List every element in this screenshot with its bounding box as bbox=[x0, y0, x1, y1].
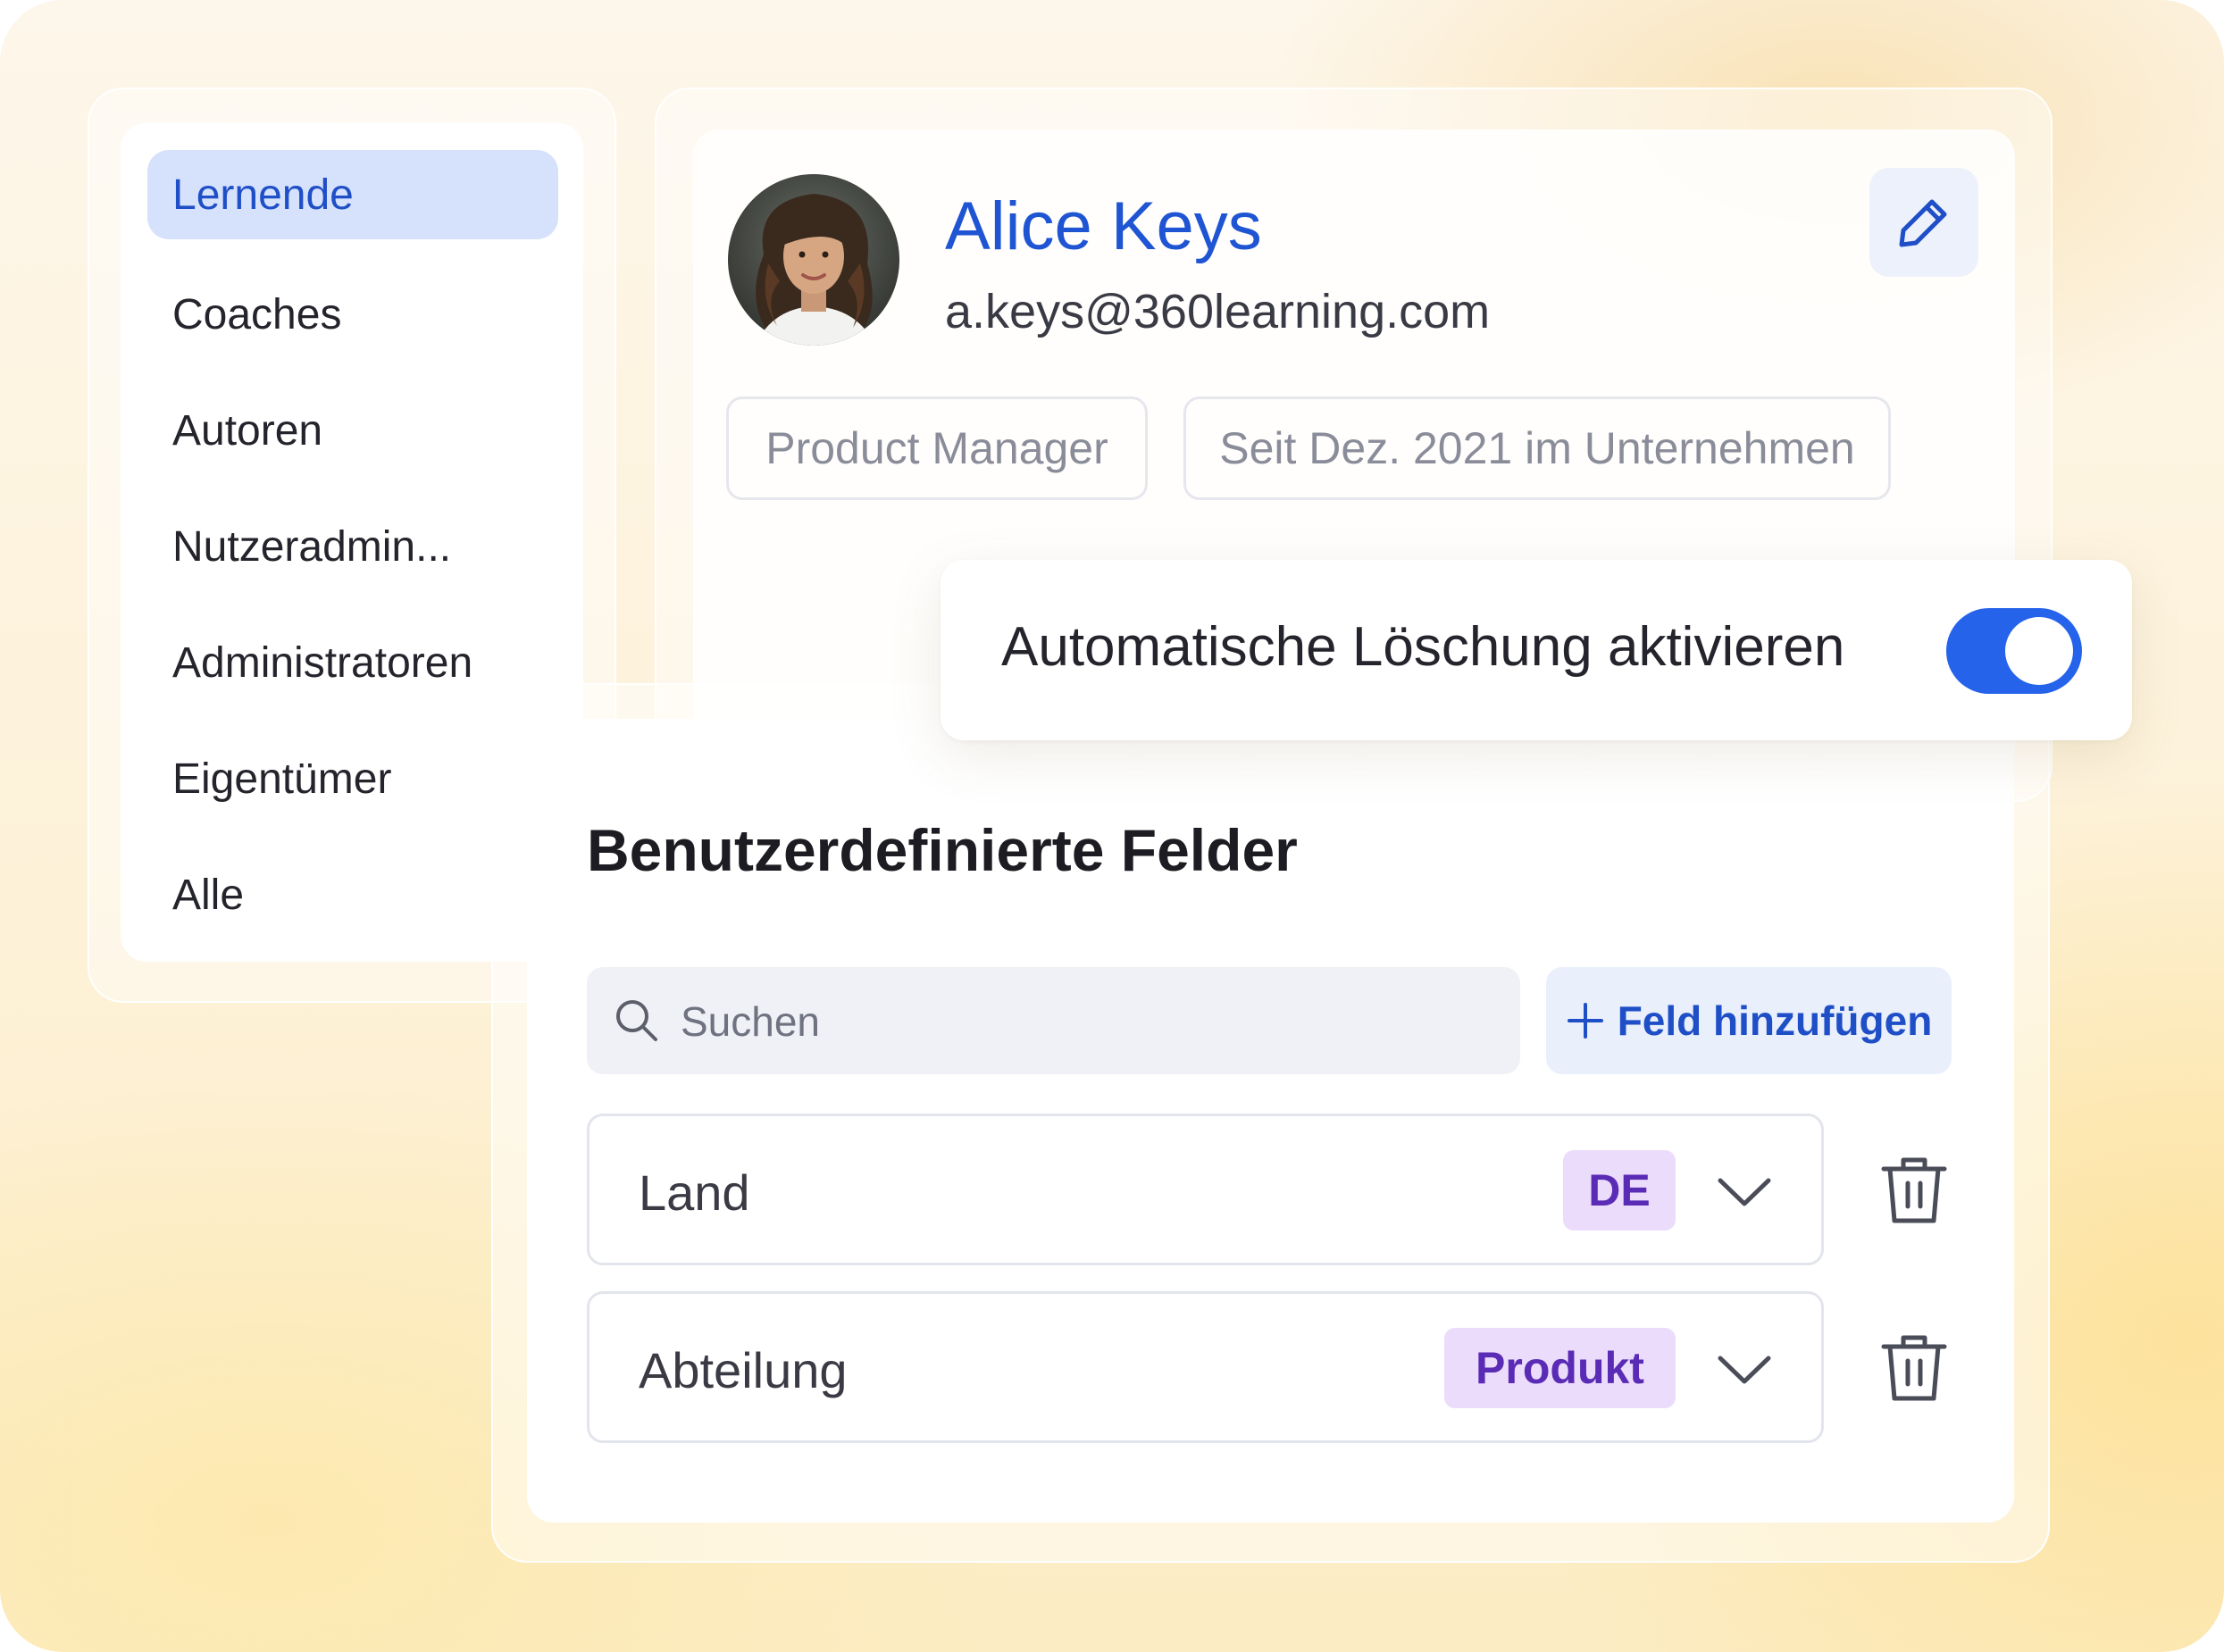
toggle-knob bbox=[2005, 617, 2073, 685]
field-label: Abteilung bbox=[639, 1342, 848, 1398]
sidebar-item-lernende[interactable]: Lernende bbox=[147, 150, 558, 239]
role-chip: Product Manager bbox=[726, 396, 1148, 500]
search-icon bbox=[616, 1000, 657, 1041]
add-field-label: Feld hinzufügen bbox=[1617, 997, 1933, 1044]
edit-profile-button[interactable] bbox=[1869, 168, 1978, 277]
custom-fields-title: Benutzerdefinierte Felder bbox=[587, 817, 1298, 883]
sidebar-item-autoren[interactable]: Autoren bbox=[147, 386, 558, 475]
pencil-icon bbox=[1899, 199, 1947, 247]
sidebar-item-nutzeradmin[interactable]: Nutzeradmin... bbox=[147, 502, 558, 591]
chevron-down-icon[interactable] bbox=[1715, 1349, 1774, 1389]
field-row-land[interactable]: Land DE bbox=[587, 1114, 1824, 1265]
auto-delete-label: Automatische Löschung aktivieren bbox=[1001, 616, 1845, 678]
avatar bbox=[728, 174, 899, 346]
plus-icon bbox=[1567, 1003, 1603, 1039]
field-value-tag: DE bbox=[1563, 1150, 1676, 1231]
profile-name: Alice Keys bbox=[945, 188, 1262, 264]
trash-icon[interactable] bbox=[1878, 1332, 1950, 1404]
sidebar-item-administratoren[interactable]: Administratoren bbox=[147, 618, 558, 707]
search-field[interactable]: Suchen bbox=[587, 967, 1520, 1074]
auto-delete-toggle[interactable] bbox=[1946, 608, 2082, 694]
chevron-down-icon[interactable] bbox=[1715, 1172, 1774, 1211]
trash-icon[interactable] bbox=[1878, 1155, 1950, 1226]
background: Lernende Coaches Autoren Nutzeradmin... … bbox=[0, 0, 2224, 1652]
field-value-tag: Produkt bbox=[1444, 1328, 1676, 1408]
sidebar-item-coaches[interactable]: Coaches bbox=[147, 270, 558, 359]
auto-delete-card: Automatische Löschung aktivieren bbox=[941, 560, 2132, 740]
add-field-button[interactable]: Feld hinzufügen bbox=[1546, 967, 1952, 1074]
profile-email: a.keys@360learning.com bbox=[945, 285, 1491, 338]
field-row-abteilung[interactable]: Abteilung Produkt bbox=[587, 1291, 1824, 1443]
search-placeholder: Suchen bbox=[681, 998, 821, 1045]
field-label: Land bbox=[639, 1164, 750, 1221]
tenure-chip: Seit Dez. 2021 im Unternehmen bbox=[1183, 396, 1891, 500]
